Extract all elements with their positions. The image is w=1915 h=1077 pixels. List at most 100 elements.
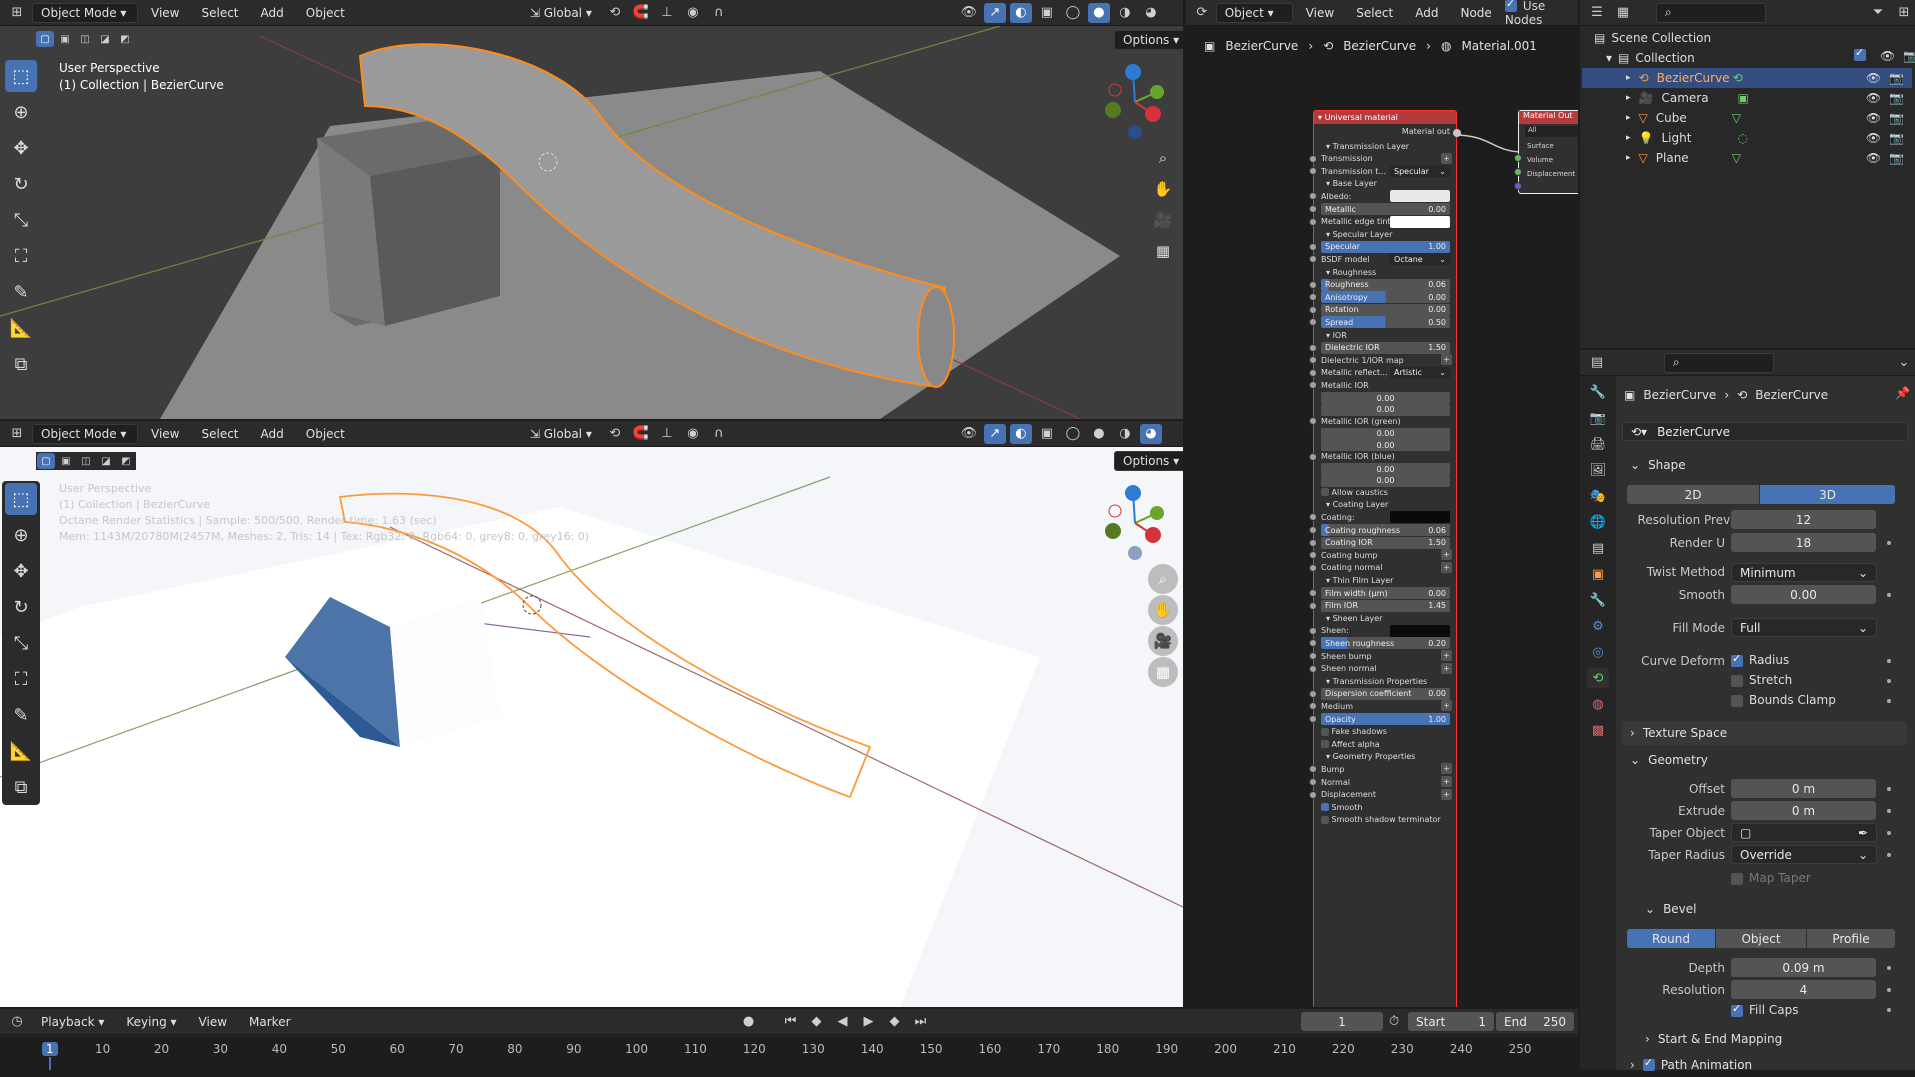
transform-orientation-dropdown[interactable]: ⇲ Global ▾: [522, 3, 600, 23]
collapse-arrow-icon[interactable]: ▾: [1326, 576, 1330, 585]
options-dropdown[interactable]: Options ▾: [1114, 30, 1183, 50]
collapse-arrow-icon[interactable]: ▾: [1326, 142, 1330, 151]
add-link-icon[interactable]: +: [1441, 763, 1452, 775]
input-socket[interactable]: [1309, 167, 1317, 176]
select-new-icon[interactable]: ▢: [36, 31, 54, 47]
outliner-item[interactable]: ▸ ▽ Plane ▽ 👁 📷: [1582, 148, 1912, 168]
checkbox-icon[interactable]: [1321, 740, 1329, 749]
outliner-scene-collection[interactable]: ▤ Scene Collection: [1586, 28, 1915, 48]
color-swatch[interactable]: [1390, 624, 1450, 637]
outliner-search-input[interactable]: ⌕: [1656, 2, 1766, 23]
cursor-icon[interactable]: ⊕: [5, 519, 37, 551]
measure-icon[interactable]: 📐: [5, 735, 37, 767]
zoom-icon[interactable]: ⌕: [1148, 564, 1178, 594]
menu-view[interactable]: View: [142, 427, 188, 441]
datablock-selector[interactable]: ⟲▾ BezierCurve: [1622, 422, 1908, 441]
select-extend-icon[interactable]: ▣: [57, 453, 75, 469]
menu-view[interactable]: View: [142, 6, 188, 20]
input-socket[interactable]: [1309, 702, 1317, 711]
collapse-arrow-icon[interactable]: ▾: [1326, 179, 1330, 188]
gizmo-icon[interactable]: ↗: [983, 423, 1006, 444]
particles-tab-icon[interactable]: ⚙: [1587, 616, 1609, 636]
displacement-input-socket[interactable]: [1514, 182, 1522, 190]
eye-icon[interactable]: 👁: [1866, 111, 1881, 125]
add-link-icon[interactable]: +: [1441, 776, 1452, 787]
shading-wire-icon[interactable]: ◯: [1062, 424, 1084, 444]
shading-wire-icon[interactable]: ◯: [1062, 3, 1084, 23]
expand-arrow-icon[interactable]: ▸: [1626, 113, 1631, 123]
node-slider-field[interactable]: Film width (μm) 0.00: [1321, 587, 1450, 599]
collapse-arrow-icon[interactable]: ▾: [1326, 677, 1330, 686]
node-slider-field[interactable]: Dispersion coefficient 0.00: [1321, 687, 1450, 700]
input-socket[interactable]: [1309, 192, 1317, 201]
annotate-icon[interactable]: ✎: [5, 276, 37, 308]
viewport-bottom[interactable]: ⊞ Object Mode ▾ View Select Add Object ⇲…: [0, 421, 1183, 1007]
menu-node[interactable]: Node: [1451, 6, 1500, 20]
next-keyframe-icon[interactable]: ◆: [884, 1012, 906, 1032]
node-slider-field[interactable]: Sheen roughness 0.20: [1321, 637, 1450, 650]
select-new-icon[interactable]: ▢: [37, 453, 55, 469]
select-intersect-icon[interactable]: ◩: [117, 453, 135, 469]
modifier-tab-icon[interactable]: 🔧: [1587, 590, 1609, 610]
outliner[interactable]: ☰ ▦ ⌕ ⏷ ⊞ ▤ Scene Collection ▾ ▤ Collectio…: [1580, 0, 1915, 348]
select-subtract-icon[interactable]: ◫: [77, 453, 95, 469]
node-slider-field[interactable]: Specular 1.00: [1321, 240, 1450, 253]
editor-type-icon[interactable]: ⊞: [6, 424, 28, 444]
input-socket[interactable]: [1309, 305, 1317, 314]
add-link-icon[interactable]: +: [1441, 788, 1452, 800]
checkbox-icon[interactable]: [1321, 488, 1329, 497]
camera-render-icon[interactable]: 📷: [1889, 111, 1904, 125]
menu-add[interactable]: Add: [252, 6, 293, 20]
cursor-icon[interactable]: ⊕: [5, 96, 37, 128]
ortho-grid-icon[interactable]: ▦: [1148, 657, 1178, 687]
node-slider-field[interactable]: Opacity 1.00: [1321, 713, 1450, 725]
node-slider-field[interactable]: Film IOR 1.45: [1321, 599, 1450, 612]
overlay-icon[interactable]: ◐: [1009, 2, 1032, 23]
add-link-icon[interactable]: +: [1441, 700, 1452, 712]
node-dropdown[interactable]: Specular ⌄: [1390, 165, 1450, 178]
play-icon[interactable]: ▶: [858, 1012, 880, 1032]
menu-marker[interactable]: Marker: [240, 1015, 299, 1029]
outliner-item[interactable]: ▸ ▽ Cube ▽ 👁 📷: [1582, 108, 1912, 128]
input-socket[interactable]: [1309, 217, 1317, 226]
scale-icon[interactable]: ⤡: [5, 627, 37, 659]
menu-keying[interactable]: Keying ▾: [117, 1015, 185, 1029]
select-box-icon[interactable]: ⬚: [5, 60, 37, 92]
outliner-item[interactable]: ▸ ⟲ BezierCurve ⟲ 👁 📷: [1582, 68, 1912, 88]
editor-type-icon[interactable]: ◷: [6, 1012, 28, 1032]
eye-icon[interactable]: 👁: [1880, 49, 1895, 63]
select-extend-icon[interactable]: ▣: [56, 31, 74, 47]
collapse-arrow-icon[interactable]: ▾: [1326, 614, 1330, 623]
camera-render-icon[interactable]: 📷: [1889, 91, 1904, 105]
options-dropdown[interactable]: Options ▾: [1114, 451, 1183, 471]
color-swatch[interactable]: [1390, 215, 1450, 228]
input-socket[interactable]: [1309, 343, 1317, 352]
camera-render-icon[interactable]: 📷: [1903, 49, 1915, 63]
proportional-edit-icon[interactable]: ◉: [682, 424, 704, 444]
pin-icon[interactable]: 📌: [1895, 386, 1910, 400]
checkbox-icon[interactable]: [1321, 727, 1329, 736]
input-socket[interactable]: [1309, 205, 1317, 213]
visibility-icon[interactable]: 👁: [958, 424, 980, 444]
socket-displacement[interactable]: Displacement: [1519, 167, 1578, 181]
node-slider-field[interactable]: Coating IOR 1.50: [1321, 536, 1450, 549]
color-swatch[interactable]: [1390, 511, 1450, 524]
jump-end-icon[interactable]: ⏭: [910, 1012, 932, 1032]
input-socket[interactable]: [1309, 765, 1317, 774]
tool-tab-icon[interactable]: 🔧: [1587, 382, 1609, 402]
input-socket[interactable]: [1309, 293, 1317, 302]
input-socket[interactable]: [1309, 601, 1317, 610]
shading-solid-icon[interactable]: ●: [1088, 424, 1110, 444]
pan-hand-icon[interactable]: ✋: [1148, 595, 1178, 625]
input-socket[interactable]: [1309, 417, 1317, 425]
collapse-arrow-icon[interactable]: ▾: [1326, 230, 1330, 239]
falloff-icon[interactable]: ∩: [708, 3, 730, 23]
move-icon[interactable]: ✥: [5, 132, 37, 164]
camera-render-icon[interactable]: 📷: [1889, 71, 1904, 85]
input-socket[interactable]: [1309, 639, 1317, 648]
physics-tab-icon[interactable]: ◎: [1587, 642, 1609, 662]
current-frame-field[interactable]: 1: [1301, 1012, 1383, 1031]
menu-add[interactable]: Add: [1406, 6, 1447, 20]
select-intersect-icon[interactable]: ◩: [116, 31, 134, 47]
input-socket[interactable]: [1309, 452, 1317, 461]
